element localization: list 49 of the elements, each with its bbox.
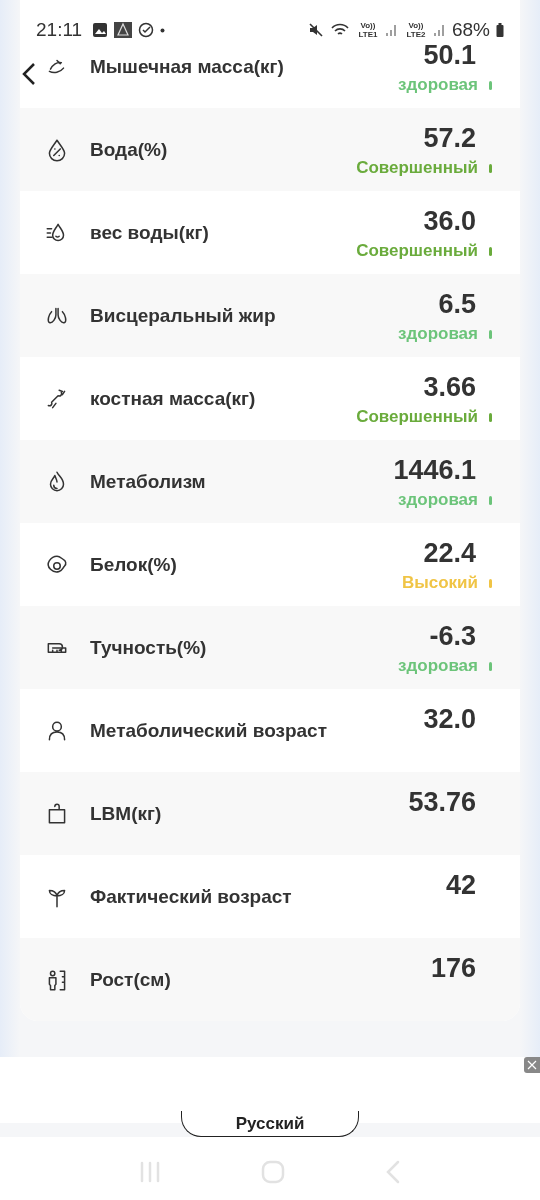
metric-label: Метаболический возраст: [90, 719, 327, 742]
metric-label: Белок(%): [90, 553, 177, 576]
metric-value: 42: [445, 869, 476, 901]
metric-value: 57.2: [423, 122, 476, 154]
metric-value: 1446.1: [393, 454, 476, 486]
check-circle-icon: [138, 22, 155, 38]
language-button[interactable]: Русский: [181, 1111, 359, 1137]
status-text: здоровая: [398, 656, 478, 676]
metric-value: 50.1: [423, 39, 476, 71]
close-icon[interactable]: [524, 1057, 540, 1073]
metric-value: 3.66: [423, 371, 476, 403]
status-text: здоровая: [398, 490, 478, 510]
recent-apps-icon[interactable]: [139, 1160, 162, 1184]
signal-icon: [385, 23, 398, 37]
metric-value: 32.0: [423, 703, 476, 735]
wifi-icon: [329, 22, 350, 38]
signal-icon: [433, 23, 446, 37]
metric-value: 176: [430, 952, 476, 984]
sim-label: Vo)) LTE2: [405, 21, 427, 39]
battery-level: 68%: [451, 19, 490, 41]
metric-label: Мышечная масса(кг): [90, 55, 284, 78]
status-text: здоровая: [398, 75, 478, 95]
status-text: Совершенный: [356, 241, 478, 261]
metric-label: LBM(кг): [90, 802, 162, 825]
metric-label: вес воды(кг): [90, 221, 209, 244]
metric-label: Фактический возраст: [90, 885, 292, 908]
metric-value: -6.3: [429, 620, 476, 652]
status-text: Высокий: [401, 573, 478, 593]
image-icon: [92, 22, 109, 38]
back-icon[interactable]: [384, 1159, 401, 1185]
mute-icon: [307, 22, 324, 38]
metric-label: Метаболизм: [90, 470, 206, 493]
metric-label: Висцеральный жир: [90, 304, 276, 327]
metric-label: Тучность(%): [90, 636, 207, 659]
metric-value: 22.4: [423, 537, 476, 569]
metric-label: костная масса(кг): [90, 387, 256, 410]
dot-icon: [160, 27, 166, 33]
metric-label: Вода(%): [90, 138, 168, 161]
metric-value: 6.5: [438, 288, 476, 320]
metric-label: Рост(см): [90, 968, 171, 991]
status-text: Совершенный: [356, 158, 478, 178]
status-text: здоровая: [398, 324, 478, 344]
home-icon[interactable]: [260, 1159, 286, 1185]
sim-label: Vo)) LTE1: [357, 21, 379, 39]
status-text: Совершенный: [356, 407, 478, 427]
metric-value: 36.0: [423, 205, 476, 237]
metric-value: 53.76: [408, 786, 476, 818]
battery-icon: [496, 23, 504, 37]
clock: 21:11: [36, 19, 83, 41]
